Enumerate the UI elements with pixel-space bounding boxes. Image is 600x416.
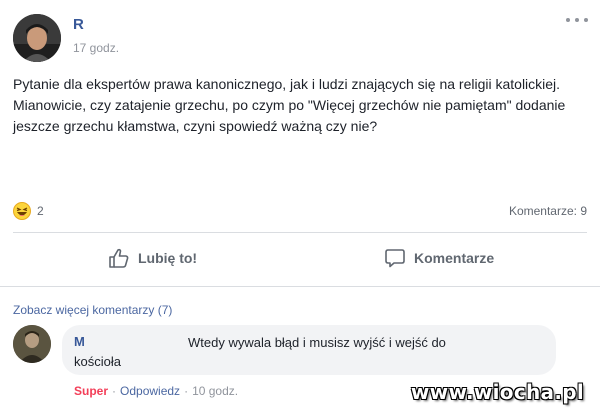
post-text: Pytanie dla ekspertów prawa kanonicznego… bbox=[13, 74, 573, 137]
reaction-count: 2 bbox=[37, 204, 44, 218]
comment-actions: Super · Odpowiedz · 10 godz. bbox=[74, 384, 238, 398]
comment-label: Komentarze bbox=[414, 250, 495, 266]
comment-button[interactable]: Komentarze bbox=[384, 246, 494, 270]
author-avatar[interactable] bbox=[13, 14, 61, 62]
more-options-icon[interactable] bbox=[566, 12, 588, 28]
comment-reaction-link[interactable]: Super bbox=[74, 384, 108, 398]
post-paragraph: Mianowicie, czy zatajenie grzechu, po cz… bbox=[13, 97, 566, 134]
divider bbox=[13, 232, 587, 233]
comment-text: Wtedy wywala błąd i musisz wyjść i wejść… bbox=[74, 335, 446, 369]
author-name[interactable]: R bbox=[73, 16, 84, 33]
thumbs-up-icon bbox=[109, 248, 129, 268]
post-timestamp[interactable]: 17 godz. bbox=[73, 41, 119, 55]
reaction-summary[interactable]: 2 bbox=[13, 202, 44, 220]
like-label: Lubię to! bbox=[138, 250, 198, 266]
facebook-post: R 17 godz. Pytanie dla ekspertów prawa k… bbox=[0, 0, 600, 416]
comment-count-link[interactable]: Komentarze: 9 bbox=[509, 204, 587, 218]
comment-timestamp[interactable]: 10 godz. bbox=[192, 384, 238, 398]
divider bbox=[0, 286, 600, 287]
separator-dot: · bbox=[184, 384, 189, 398]
view-more-comments-link[interactable]: Zobacz więcej komentarzy (7) bbox=[13, 303, 172, 317]
site-watermark: www.wiocha.pl bbox=[410, 380, 584, 404]
post-paragraph: Pytanie dla ekspertów prawa kanonicznego… bbox=[13, 76, 561, 92]
separator-dot: · bbox=[112, 384, 117, 398]
commenter-avatar-photo bbox=[13, 325, 51, 363]
like-button[interactable]: Lubię to! bbox=[108, 246, 197, 270]
avatar-photo bbox=[13, 14, 61, 62]
haha-emoji-icon bbox=[13, 202, 31, 220]
commenter-avatar[interactable] bbox=[13, 325, 51, 363]
comment-bubble-icon bbox=[385, 249, 405, 268]
comment-bubble: M Wtedy wywala błąd i musisz wyjść i wej… bbox=[62, 325, 556, 375]
reply-link[interactable]: Odpowiedz bbox=[120, 384, 180, 398]
